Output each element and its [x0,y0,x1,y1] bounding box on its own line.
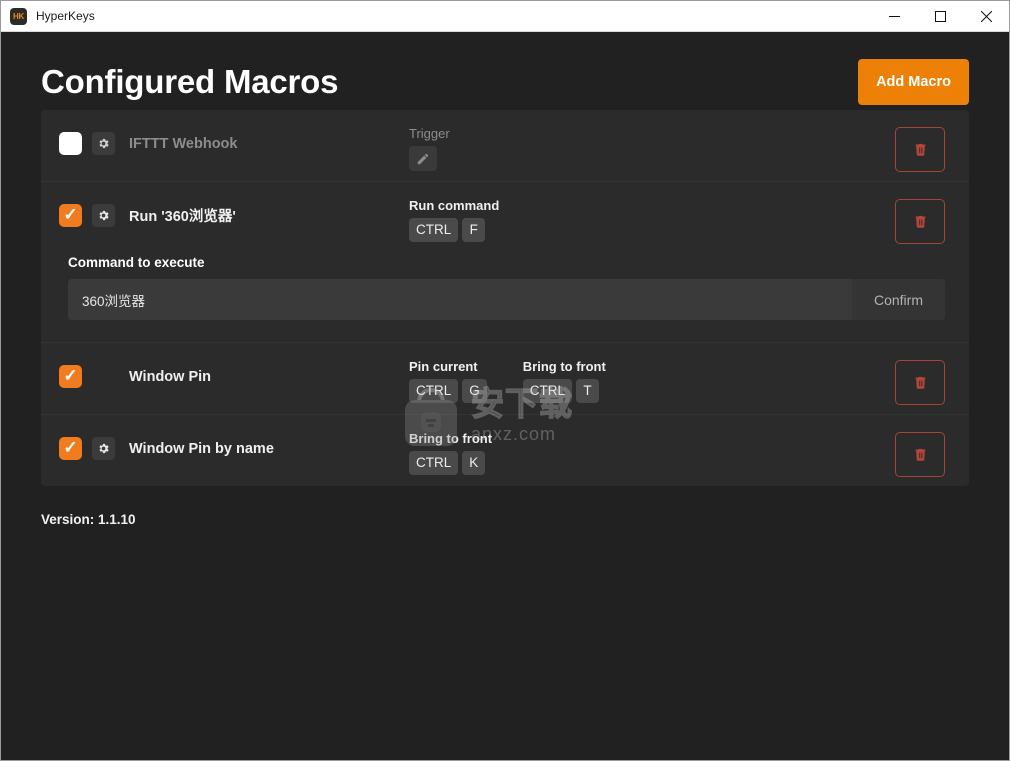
macro-row-left: ✓ Window Pin by name [59,415,409,460]
confirm-button[interactable]: Confirm [851,279,945,320]
trigger-group: Bring to front CTRL K [409,431,492,475]
macro-triggers: Run command CTRL F [409,182,945,242]
title-bar: HK HyperKeys [1,1,1009,32]
command-input[interactable]: 360浏览器 [68,279,852,320]
delete-macro-button[interactable] [895,360,945,405]
version-label: Version: 1.1.10 [41,512,136,527]
key-badge[interactable]: K [462,451,486,475]
macro-triggers: Bring to front CTRL K [409,415,945,475]
page-header: Configured Macros Add Macro [41,32,969,110]
macro-enable-checkbox[interactable]: ✓ [59,204,82,227]
macro-triggers: Trigger [409,110,945,171]
trigger-label: Pin current [409,359,478,374]
macro-row: ✓ Run '360浏览器' Run command CTRL F Comman… [41,182,969,343]
trash-icon [915,215,925,228]
macro-row-left: ✓ Window Pin [59,343,409,388]
key-badge[interactable]: CTRL [409,451,459,475]
macro-enable-checkbox[interactable]: ✓ [59,437,82,460]
trash-icon [915,376,925,389]
app-logo-icon: HK [10,7,27,25]
macro-command-editor: Command to execute 360浏览器 Confirm [41,253,969,342]
macro-delete [895,199,945,244]
trigger-group: Pin current CTRL G [409,359,487,403]
key-badge[interactable]: CTRL [409,379,459,403]
macro-enable-checkbox[interactable]: ✓ [59,132,82,155]
macro-row-left: ✓ Run '360浏览器' [59,182,409,227]
macro-row: ✓ Window Pin by name Bring to front CTRL… [41,415,969,486]
trigger-group: Bring to front CTRL T [522,359,606,403]
macro-name: Window Pin [129,368,212,385]
trigger-keys: CTRL T [522,379,600,403]
trigger-keys: CTRL F [409,218,486,242]
macro-name: IFTTT Webhook [129,135,238,152]
pencil-icon[interactable] [409,146,437,171]
macro-row-left: ✓ IFTTT Webhook [59,110,409,155]
trigger-group: Trigger [409,126,450,171]
key-badge[interactable]: F [462,218,486,242]
close-icon[interactable] [963,1,1009,31]
macro-list: ✓ IFTTT Webhook Trigger [41,110,969,486]
trigger-label: Bring to front [409,431,493,446]
check-icon: ✓ [63,438,78,457]
key-badge[interactable]: G [462,379,487,403]
delete-macro-button[interactable] [895,432,945,477]
trigger-label: Trigger [409,126,450,141]
macro-triggers: Pin current CTRL G Bring to front CTRL T [409,343,945,403]
macro-delete [895,360,945,405]
macro-delete [895,127,945,172]
command-field-label: Command to execute [68,255,205,270]
check-icon: ✓ [63,205,78,224]
page-title: Configured Macros [41,63,339,100]
key-badge[interactable]: CTRL [522,379,573,403]
trigger-keys: CTRL K [409,451,486,475]
maximize-icon[interactable] [917,1,963,31]
add-macro-button[interactable]: Add Macro [858,59,969,105]
gear-icon[interactable] [92,132,115,155]
trash-icon [915,143,925,156]
macro-row-main: ✓ Run '360浏览器' Run command CTRL F [41,182,969,253]
gear-icon[interactable] [92,437,115,460]
macro-delete [895,432,945,477]
page-body: Configured Macros Add Macro ✓ IFTTT Webh… [1,32,1009,760]
window-title: HyperKeys [36,9,95,23]
trigger-keys: CTRL G [409,379,487,403]
trigger-group: Run command CTRL F [409,198,499,242]
macro-name: Window Pin by name [129,440,274,457]
title-bar-left: HK HyperKeys [1,7,871,25]
macro-row: ✓ Window Pin Pin current CTRL G Bring to… [41,343,969,415]
delete-macro-button[interactable] [895,199,945,244]
trigger-label: Run command [409,198,500,213]
key-badge[interactable]: CTRL [409,218,459,242]
check-icon: ✓ [63,366,78,385]
window-controls [871,1,1009,31]
macro-row-main: ✓ Window Pin Pin current CTRL G Bring to… [41,343,969,414]
macro-enable-checkbox[interactable]: ✓ [59,365,82,388]
command-input-wrap: 360浏览器 Confirm [68,279,945,320]
macro-row-main: ✓ Window Pin by name Bring to front CTRL… [41,415,969,486]
app-window: HK HyperKeys Configured Macros Add Macro [0,0,1010,761]
macro-row: ✓ IFTTT Webhook Trigger [41,110,969,182]
macro-row-main: ✓ IFTTT Webhook Trigger [41,110,969,181]
trash-icon [915,448,925,461]
minimize-icon[interactable] [871,1,917,31]
delete-macro-button[interactable] [895,127,945,172]
key-badge[interactable]: T [576,379,600,403]
gear-icon[interactable] [92,204,115,227]
macro-name: Run '360浏览器' [129,209,236,225]
trigger-label: Bring to front [522,359,606,374]
